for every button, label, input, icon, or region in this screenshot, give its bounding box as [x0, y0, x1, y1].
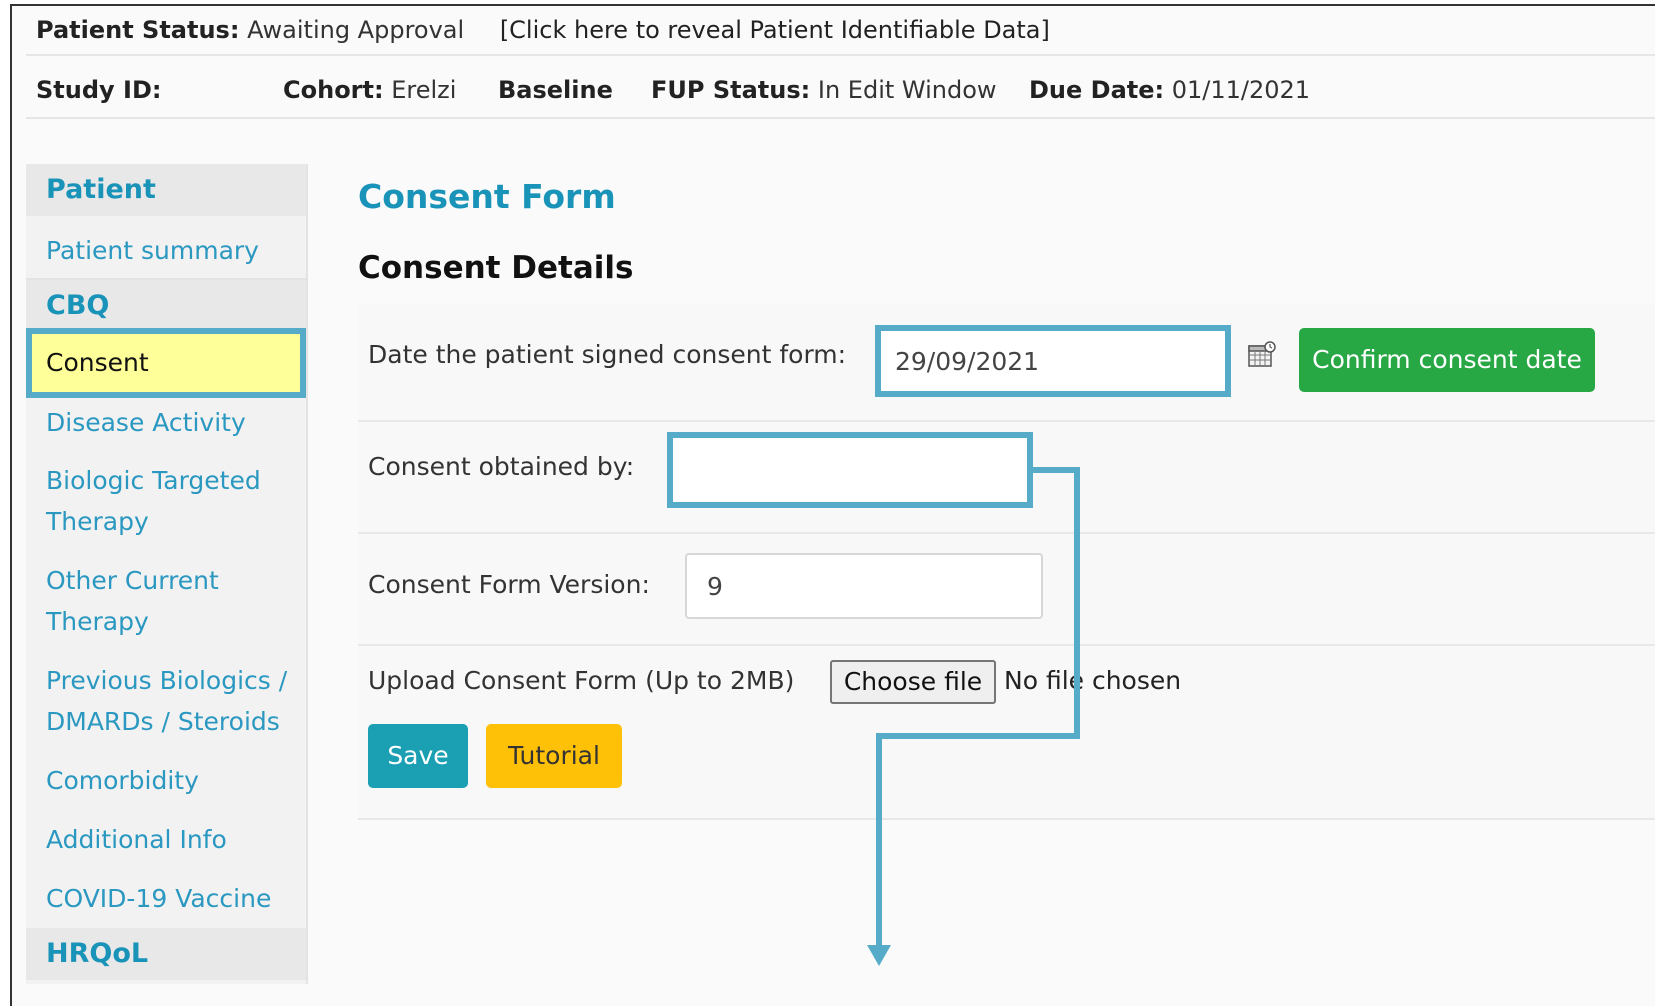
- annotation-arrow: [867, 467, 1080, 966]
